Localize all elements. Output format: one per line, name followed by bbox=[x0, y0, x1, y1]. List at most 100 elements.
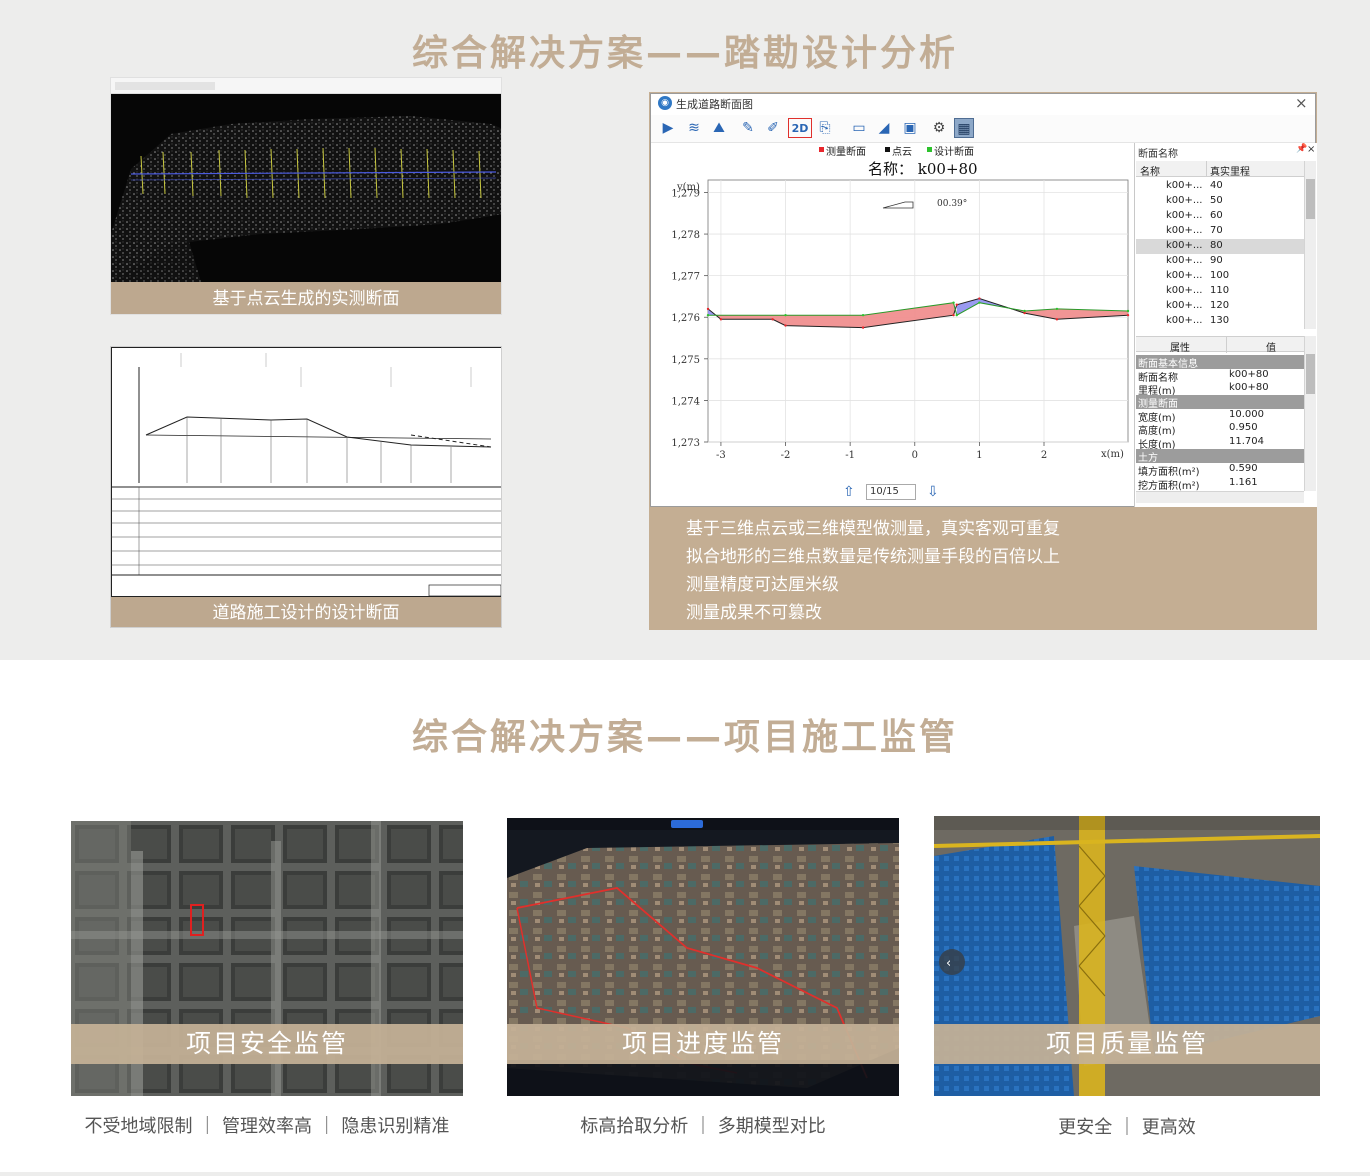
list-item-selected[interactable]: k00+... 80 bbox=[1136, 239, 1304, 254]
list-item[interactable]: k00+... 60 bbox=[1136, 209, 1304, 224]
section1-title: 综合解决方案——踏勘设计分析 bbox=[411, 33, 958, 74]
play-icon[interactable]: ▶ bbox=[658, 118, 678, 138]
y-tick-label: 1,276 bbox=[671, 313, 700, 324]
window-close-button[interactable]: × bbox=[1295, 94, 1308, 112]
wave-icon[interactable]: ≋ bbox=[684, 118, 704, 138]
measured-point bbox=[706, 307, 710, 311]
app-caption-line: 测量成果不可篡改 bbox=[686, 603, 822, 623]
y-tick-label: 1,278 bbox=[671, 230, 700, 241]
pen-edit-icon[interactable]: ✐ bbox=[763, 118, 783, 138]
point-cloud-caption: 基于点云生成的实测断面 bbox=[111, 282, 501, 314]
design-point bbox=[784, 313, 787, 317]
design-point bbox=[1126, 309, 1130, 313]
fill-area-icon[interactable]: ◢ bbox=[874, 118, 894, 138]
y-tick-label: 1,275 bbox=[671, 355, 700, 366]
next-section-button[interactable]: ⇩ bbox=[927, 484, 939, 500]
export-icon[interactable]: ⎘ bbox=[815, 118, 835, 138]
measured-point bbox=[1126, 313, 1130, 317]
legend-swatch-pointcloud bbox=[885, 147, 890, 152]
design-section-panel: 道路施工设计的设计断面 bbox=[110, 346, 502, 628]
app-caption-line: 基于三维点云或三维模型做测量，真实客观可重复 bbox=[686, 519, 1060, 539]
x-axis-label: x(m) bbox=[1101, 449, 1124, 460]
legend-measured: 测量断面 bbox=[826, 147, 866, 158]
list-panel-title: 断面名称 bbox=[1138, 149, 1178, 160]
list-item[interactable]: k00+... 130 bbox=[1136, 314, 1304, 329]
prop-scroll-thumb[interactable] bbox=[1306, 354, 1315, 394]
list-item[interactable]: k00+... 50 bbox=[1136, 194, 1304, 209]
window-title: 生成道路断面图 bbox=[676, 98, 753, 111]
design-point bbox=[952, 301, 955, 304]
prop-row: 断面名称 k00+80 bbox=[1138, 369, 1269, 384]
list-header-row: 名称 真实里程 bbox=[1136, 161, 1304, 178]
prev-section-button[interactable]: ⇧ bbox=[843, 484, 855, 500]
safety-card[interactable]: 项目安全监管 bbox=[71, 821, 463, 1096]
ruler-icon[interactable]: ▭ bbox=[849, 118, 869, 138]
design-point bbox=[706, 313, 710, 317]
safety-card-label: 项目安全监管 bbox=[71, 1024, 463, 1064]
x-tick-label: 0 bbox=[912, 450, 918, 461]
legend-design: 设计断面 bbox=[934, 147, 974, 158]
list-col-name: 名称 bbox=[1140, 167, 1160, 178]
y-tick-label: 1,277 bbox=[671, 272, 700, 283]
design-section-caption: 道路施工设计的设计断面 bbox=[111, 597, 501, 627]
list-scrollbar[interactable] bbox=[1304, 161, 1316, 329]
measured-point bbox=[861, 326, 865, 329]
design-point bbox=[955, 313, 958, 317]
panel-close-icon[interactable]: × bbox=[1307, 144, 1315, 155]
prop-col-attr: 属性 bbox=[1170, 343, 1190, 354]
prop-row: 里程(m) k00+80 bbox=[1138, 382, 1269, 397]
terrain-icon[interactable]: ⛰ bbox=[709, 118, 729, 138]
view-2d-button[interactable]: 2D bbox=[788, 118, 812, 138]
y-tick-label: 1,274 bbox=[671, 396, 700, 407]
legend-pointcloud: 点云 bbox=[892, 147, 912, 158]
x-tick-label: -1 bbox=[845, 450, 855, 461]
list-item[interactable]: k00+... 100 bbox=[1136, 269, 1304, 284]
app-logo-icon: ◉ bbox=[658, 96, 672, 110]
table-view-icon[interactable]: ▦ bbox=[954, 118, 974, 138]
design-drawing bbox=[111, 347, 501, 597]
progress-card[interactable]: 项目进度监管 bbox=[507, 818, 899, 1096]
prop-hscrollbar[interactable] bbox=[1136, 491, 1304, 503]
quality-card[interactable]: ‹ 项目质量监管 bbox=[934, 816, 1320, 1096]
pencil-icon[interactable]: ✎ bbox=[738, 118, 758, 138]
prop-scrollbar[interactable] bbox=[1304, 336, 1316, 491]
slope-label: 00.39° bbox=[937, 199, 967, 209]
prop-header-row: 属性 值 bbox=[1136, 336, 1304, 354]
page-indicator-input[interactable]: 10/15 bbox=[866, 484, 916, 500]
quality-card-sub: 更安全 ｜ 更高效 bbox=[1058, 1117, 1196, 1138]
y-tick-label: 1,273 bbox=[671, 438, 700, 449]
measured-point bbox=[771, 318, 774, 321]
legend-swatch-design bbox=[927, 147, 932, 152]
x-tick-label: 1 bbox=[976, 450, 982, 461]
point-cloud-tabs bbox=[115, 82, 215, 90]
prop-row: 长度(m) 11.704 bbox=[1138, 436, 1264, 451]
measured-point bbox=[978, 297, 981, 300]
list-item[interactable]: k00+... 110 bbox=[1136, 284, 1304, 299]
measured-point bbox=[1023, 311, 1026, 315]
y-axis-label: y(m) bbox=[676, 182, 700, 193]
list-col-mileage: 真实里程 bbox=[1210, 167, 1250, 178]
measured-point bbox=[955, 303, 958, 306]
list-item[interactable]: k00+... 120 bbox=[1136, 299, 1304, 314]
section2-title: 综合解决方案——项目施工监管 bbox=[411, 717, 958, 758]
list-scroll-thumb[interactable] bbox=[1306, 179, 1315, 219]
panel-pin-icon[interactable]: 📌 bbox=[1296, 144, 1307, 154]
settings-icon[interactable]: ⚙ bbox=[929, 118, 949, 138]
list-item[interactable]: k00+... 70 bbox=[1136, 224, 1304, 239]
list-item[interactable]: k00+... 40 bbox=[1136, 179, 1304, 194]
point-cloud-toolbar bbox=[111, 78, 501, 94]
x-tick-label: 2 bbox=[1041, 450, 1047, 461]
design-point bbox=[1023, 309, 1026, 313]
list-item[interactable]: k00+... 90 bbox=[1136, 254, 1304, 269]
crop-icon[interactable]: ▣ bbox=[900, 118, 920, 138]
legend-swatch-measured bbox=[819, 147, 824, 152]
prop-row: 宽度(m) 10.000 bbox=[1138, 409, 1264, 424]
x-tick-label: -3 bbox=[716, 450, 726, 461]
prop-group: 测量断面 bbox=[1136, 395, 1304, 410]
measured-point bbox=[784, 324, 787, 327]
prop-row: 挖方面积(m²) 1.161 bbox=[1138, 477, 1258, 492]
measured-point bbox=[719, 318, 723, 321]
prop-col-value: 值 bbox=[1266, 343, 1276, 354]
chart-legend: 测量断面 点云 设计断面 bbox=[817, 144, 987, 158]
measured-point bbox=[1055, 318, 1059, 321]
